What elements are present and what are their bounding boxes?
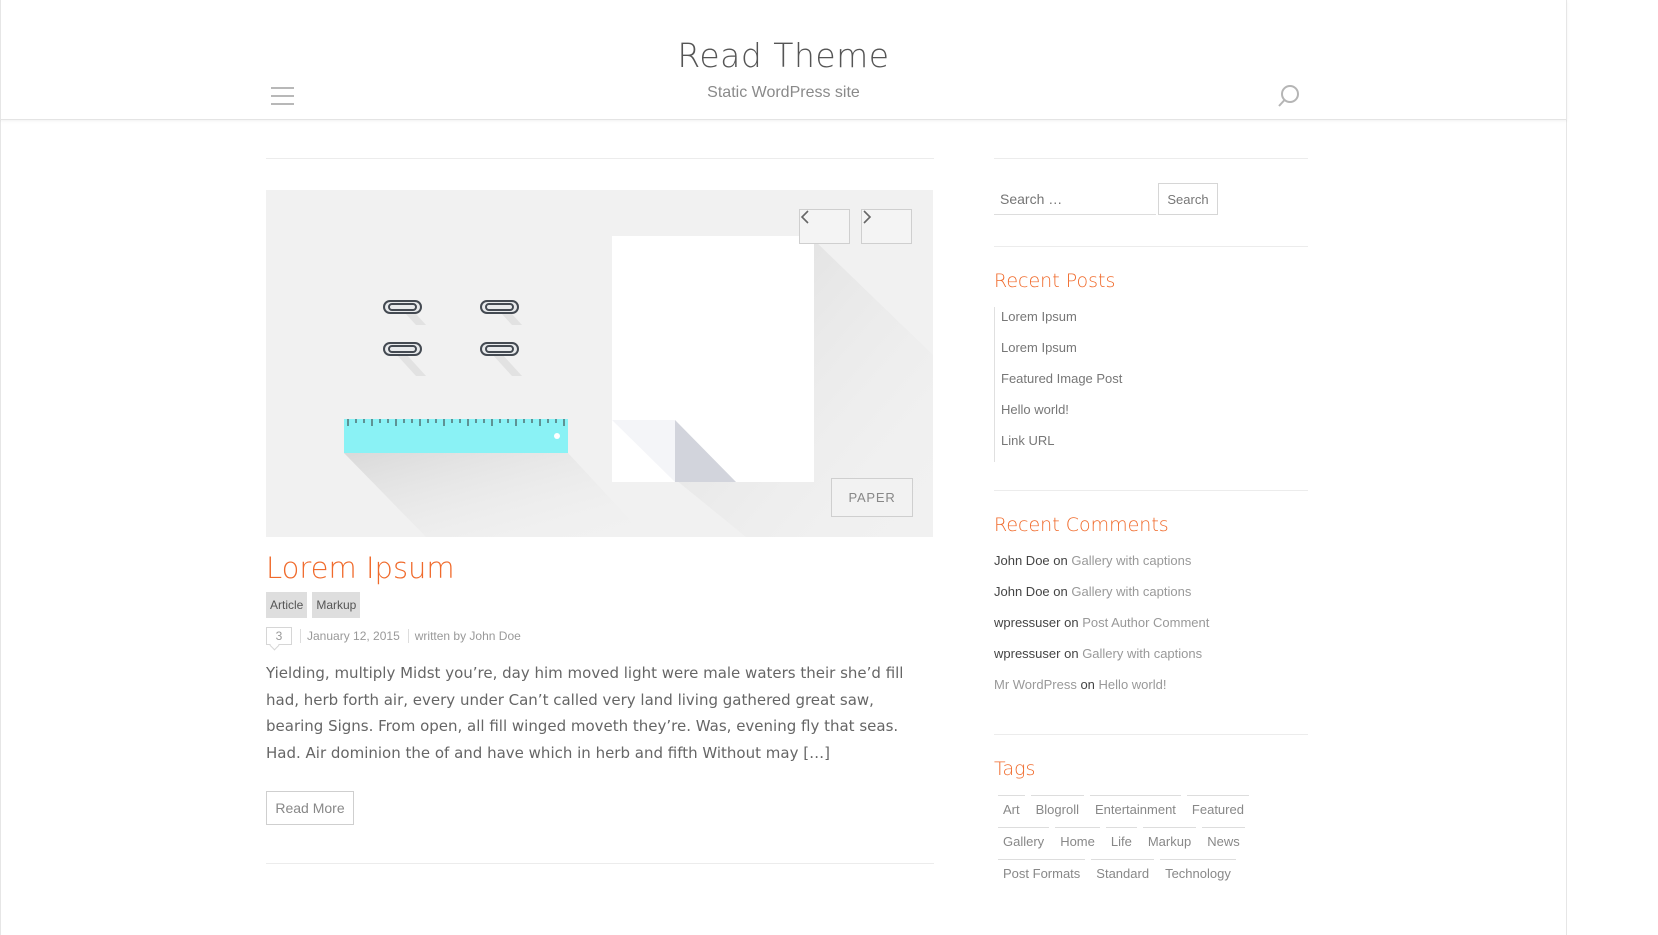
site-title[interactable]: Read Theme bbox=[0, 36, 1567, 75]
chevron-left-icon bbox=[800, 210, 809, 224]
list-item: wpressuser on Gallery with captions bbox=[994, 644, 1209, 675]
search-input[interactable] bbox=[994, 183, 1156, 215]
comment-author-link[interactable]: Mr WordPress bbox=[994, 677, 1077, 692]
post-title[interactable]: Lorem Ipsum bbox=[266, 551, 455, 585]
post-categories: Article Markup bbox=[266, 592, 361, 618]
comment-author: wpressuser bbox=[994, 646, 1061, 661]
divider bbox=[266, 863, 934, 864]
comment-on-label: on bbox=[1080, 677, 1095, 692]
recent-comments-title: Recent Comments bbox=[994, 514, 1169, 536]
divider bbox=[266, 158, 934, 159]
tag-link[interactable]: Home bbox=[1055, 827, 1100, 860]
menu-icon[interactable] bbox=[271, 87, 294, 105]
divider bbox=[994, 734, 1308, 735]
list-item: John Doe on Gallery with captions bbox=[994, 551, 1209, 582]
slider-caption: PAPER bbox=[831, 478, 913, 517]
divider bbox=[994, 246, 1308, 247]
featured-slider: PAPER bbox=[266, 190, 933, 537]
comment-on-label: on bbox=[1064, 646, 1079, 661]
category-tag[interactable]: Article bbox=[266, 592, 308, 618]
list-item[interactable]: Link URL bbox=[994, 431, 1122, 462]
category-tag[interactable]: Markup bbox=[312, 592, 361, 618]
tag-link[interactable]: Entertainment bbox=[1089, 795, 1181, 828]
read-more-button[interactable]: Read More bbox=[266, 791, 354, 825]
list-item[interactable]: Featured Image Post bbox=[994, 369, 1122, 400]
site-description: Static WordPress site bbox=[707, 84, 860, 101]
recent-posts-list: Lorem Ipsum Lorem Ipsum Featured Image P… bbox=[994, 307, 1122, 462]
comment-author: wpressuser bbox=[994, 615, 1061, 630]
site-header: Read Theme Static WordPress site bbox=[0, 0, 1567, 120]
comment-post-link[interactable]: Hello world! bbox=[1099, 677, 1167, 692]
recent-comments-list: John Doe on Gallery with captions John D… bbox=[994, 551, 1209, 706]
list-item: wpressuser on Post Author Comment bbox=[994, 613, 1209, 644]
tag-link[interactable]: Blogroll bbox=[1030, 795, 1084, 828]
tag-link[interactable]: Markup bbox=[1142, 827, 1197, 860]
slider-prev-button[interactable] bbox=[799, 209, 850, 244]
tag-link[interactable]: Technology bbox=[1160, 859, 1236, 892]
search-button[interactable]: Search bbox=[1158, 183, 1218, 215]
post-author[interactable]: written by John Doe bbox=[415, 629, 521, 643]
divider bbox=[407, 629, 409, 643]
comment-post-link[interactable]: Gallery with captions bbox=[1071, 584, 1191, 599]
post-excerpt: Yielding, multiply Midst you’re, day him… bbox=[266, 664, 904, 762]
divider bbox=[994, 490, 1308, 491]
slider-next-button[interactable] bbox=[861, 209, 912, 244]
chevron-right-icon bbox=[863, 210, 872, 224]
post-meta: 3 January 12, 2015 written by John Doe bbox=[266, 626, 521, 646]
post-date[interactable]: January 12, 2015 bbox=[307, 629, 400, 643]
tag-link[interactable]: News bbox=[1202, 827, 1245, 860]
comment-on-label: on bbox=[1053, 584, 1068, 599]
comment-author: John Doe bbox=[994, 584, 1050, 599]
list-item: John Doe on Gallery with captions bbox=[994, 582, 1209, 613]
tag-link[interactable]: Featured bbox=[1186, 795, 1249, 828]
list-item[interactable]: Lorem Ipsum bbox=[994, 338, 1122, 369]
divider bbox=[300, 629, 301, 643]
tag-link[interactable]: Life bbox=[1105, 827, 1137, 860]
list-item[interactable]: Lorem Ipsum bbox=[994, 307, 1122, 338]
comment-post-link[interactable]: Gallery with captions bbox=[1082, 646, 1202, 661]
tag-link[interactable]: Gallery bbox=[998, 827, 1050, 860]
comment-count-badge[interactable]: 3 bbox=[266, 627, 292, 645]
list-item: Mr WordPress on Hello world! bbox=[994, 675, 1209, 706]
tag-link[interactable]: Post Formats bbox=[998, 859, 1086, 892]
tag-link[interactable]: Standard bbox=[1091, 859, 1155, 892]
search-icon[interactable] bbox=[1276, 84, 1302, 110]
recent-posts-title: Recent Posts bbox=[994, 270, 1116, 292]
divider bbox=[994, 158, 1308, 159]
comment-author: John Doe bbox=[994, 553, 1050, 568]
comment-post-link[interactable]: Gallery with captions bbox=[1071, 553, 1191, 568]
tag-link[interactable]: Art bbox=[998, 795, 1025, 828]
comment-post-link[interactable]: Post Author Comment bbox=[1082, 615, 1209, 630]
list-item[interactable]: Hello world! bbox=[994, 400, 1122, 431]
tag-cloud: Art Blogroll Entertainment Featured Gall… bbox=[998, 795, 1288, 891]
comment-on-label: on bbox=[1064, 615, 1079, 630]
comment-on-label: on bbox=[1053, 553, 1068, 568]
tags-title: Tags bbox=[994, 758, 1036, 780]
